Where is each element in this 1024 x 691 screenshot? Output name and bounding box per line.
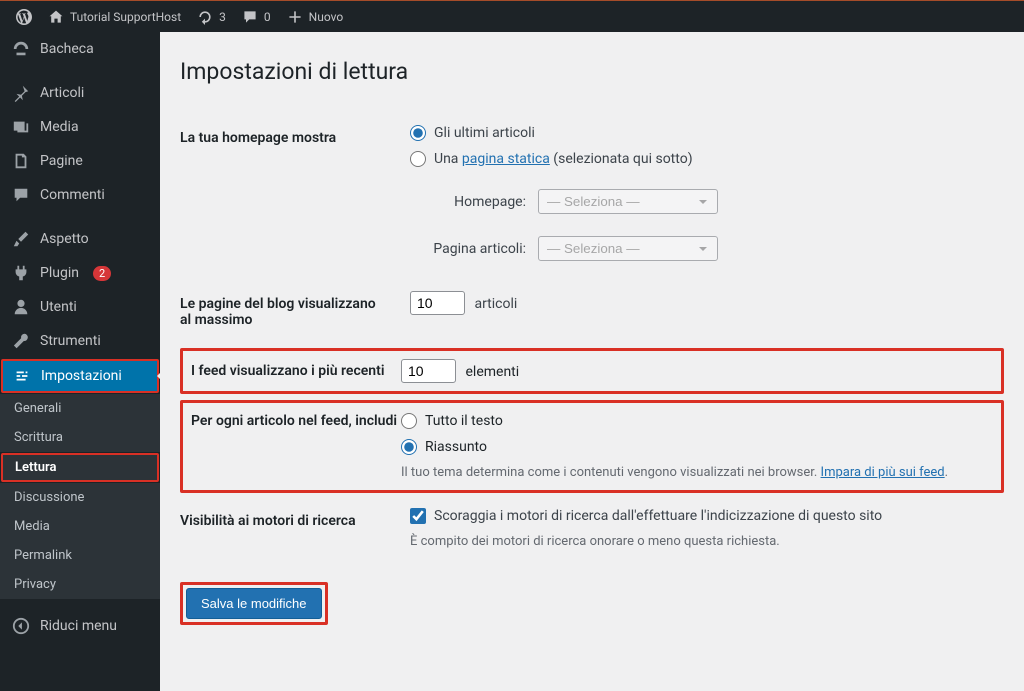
sidebar-item-settings[interactable]: Impostazioni [1, 359, 159, 393]
wrench-icon [12, 332, 30, 350]
comment-icon [242, 9, 258, 25]
page-icon [12, 152, 30, 170]
radio-static-page-label: Una pagina statica (selezionata qui sott… [434, 151, 693, 167]
sidebar-label: Utenti [40, 299, 77, 315]
content-area: Impostazioni di lettura La tua homepage … [160, 32, 1024, 691]
sidebar-label: Articoli [40, 85, 84, 101]
static-suffix: (selezionata qui sotto) [550, 151, 693, 167]
comments-link[interactable]: 0 [234, 1, 279, 32]
user-icon [12, 298, 30, 316]
radio-static-page[interactable] [410, 151, 426, 167]
radio-feed-full[interactable] [401, 413, 417, 429]
posts-per-rss-input[interactable] [401, 359, 456, 383]
sidebar-label: Bacheca [40, 41, 94, 57]
site-home-link[interactable]: Tutorial SupportHost [40, 1, 189, 32]
sidebar-item-posts[interactable]: Articoli [0, 76, 160, 110]
sidebar-item-users[interactable]: Utenti [0, 290, 160, 324]
new-label: Nuovo [309, 10, 344, 24]
plus-icon [287, 9, 303, 25]
search-visibility-label: Visibilità ai motori di ricerca [180, 493, 400, 564]
sidebar-item-tools[interactable]: Strumenti [0, 324, 160, 358]
posts-per-rss-suffix: elementi [465, 364, 519, 380]
plugin-icon [12, 264, 30, 282]
radio-feed-full-label: Tutto il testo [425, 413, 503, 429]
sidebar-sub-general[interactable]: Generali [0, 394, 160, 423]
media-icon [12, 118, 30, 136]
radio-latest-posts[interactable] [410, 125, 426, 141]
feed-items-label: I feed visualizzano i più recenti [191, 363, 401, 379]
save-button[interactable]: Salva le modifiche [186, 588, 322, 619]
sidebar-item-comments[interactable]: Commenti [0, 178, 160, 212]
wp-logo-icon[interactable] [8, 1, 40, 32]
sidebar-sub-permalink[interactable]: Permalink [0, 541, 160, 570]
sidebar-label: Media [40, 119, 79, 135]
pin-icon [12, 84, 30, 102]
search-visibility-desc: È compito dei motori di ricerca onorare … [410, 534, 994, 549]
sidebar-label: Strumenti [40, 333, 101, 349]
new-content-link[interactable]: Nuovo [279, 1, 352, 32]
updates-link[interactable]: 3 [189, 1, 234, 32]
homepage-select[interactable]: — Seleziona — [538, 189, 718, 214]
admin-toolbar: Tutorial SupportHost 3 0 Nuovo [0, 0, 1024, 32]
sidebar-item-plugins[interactable]: Plugin 2 [0, 256, 160, 290]
collapse-icon [12, 617, 30, 635]
sidebar-label: Impostazioni [41, 368, 122, 384]
discourage-search-label: Scoraggia i motori di ricerca dall'effet… [434, 508, 882, 524]
sidebar-item-appearance[interactable]: Aspetto [0, 222, 160, 256]
sidebar-collapse[interactable]: Riduci menu [0, 609, 160, 643]
sidebar-label: Commenti [40, 187, 105, 203]
dashboard-icon [12, 40, 30, 58]
radio-feed-summary[interactable] [401, 439, 417, 455]
sidebar-sub-writing[interactable]: Scrittura [0, 423, 160, 452]
feed-desc-text: Il tuo tema determina come i contenuti v… [401, 465, 821, 480]
updates-count: 3 [219, 10, 226, 24]
sidebar-item-media[interactable]: Media [0, 110, 160, 144]
feed-include-label: Per ogni articolo nel feed, includi [191, 413, 401, 480]
feed-description: Il tuo tema determina come i contenuti v… [401, 465, 993, 480]
discourage-search-checkbox[interactable] [410, 508, 426, 524]
sidebar-sub-reading[interactable]: Lettura [1, 453, 159, 482]
sidebar-label: Pagine [40, 153, 83, 169]
radio-feed-summary-label: Riassunto [425, 439, 487, 455]
sidebar-label: Riduci menu [40, 618, 117, 634]
sidebar-item-dashboard[interactable]: Bacheca [0, 32, 160, 66]
sidebar-label: Aspetto [40, 231, 89, 247]
comment-icon [12, 186, 30, 204]
radio-latest-posts-label: Gli ultimi articoli [434, 125, 535, 141]
blog-pages-label: Le pagine del blog visualizzano al massi… [180, 276, 400, 348]
homepage-select-label: Homepage: [426, 194, 526, 210]
site-name: Tutorial SupportHost [70, 10, 181, 24]
submit-highlight: Salva le modifiche [180, 582, 328, 625]
posts-per-page-suffix: articoli [474, 296, 517, 312]
posts-per-page-input[interactable] [410, 291, 465, 315]
comments-count: 0 [264, 10, 271, 24]
sidebar-sub-privacy[interactable]: Privacy [0, 570, 160, 599]
home-icon [48, 9, 64, 25]
homepage-label: La tua homepage mostra [180, 110, 400, 276]
posts-page-select[interactable]: — Seleziona — [538, 236, 718, 261]
plugins-update-badge: 2 [93, 266, 111, 281]
sidebar-item-pages[interactable]: Pagine [0, 144, 160, 178]
sidebar-sub-discussion[interactable]: Discussione [0, 483, 160, 512]
admin-sidebar: Bacheca Articoli Media Pagine Commenti A… [0, 32, 160, 691]
static-page-link[interactable]: pagina statica [462, 151, 550, 167]
settings-icon [13, 367, 31, 385]
sidebar-label: Plugin [40, 265, 79, 281]
feed-learn-more-link[interactable]: Impara di più sui feed [821, 465, 945, 480]
page-title: Impostazioni di lettura [180, 58, 1004, 85]
refresh-icon [197, 9, 213, 25]
posts-page-select-label: Pagina articoli: [426, 241, 526, 257]
static-prefix: Una [434, 151, 462, 167]
sidebar-sub-media[interactable]: Media [0, 512, 160, 541]
brush-icon [12, 230, 30, 248]
